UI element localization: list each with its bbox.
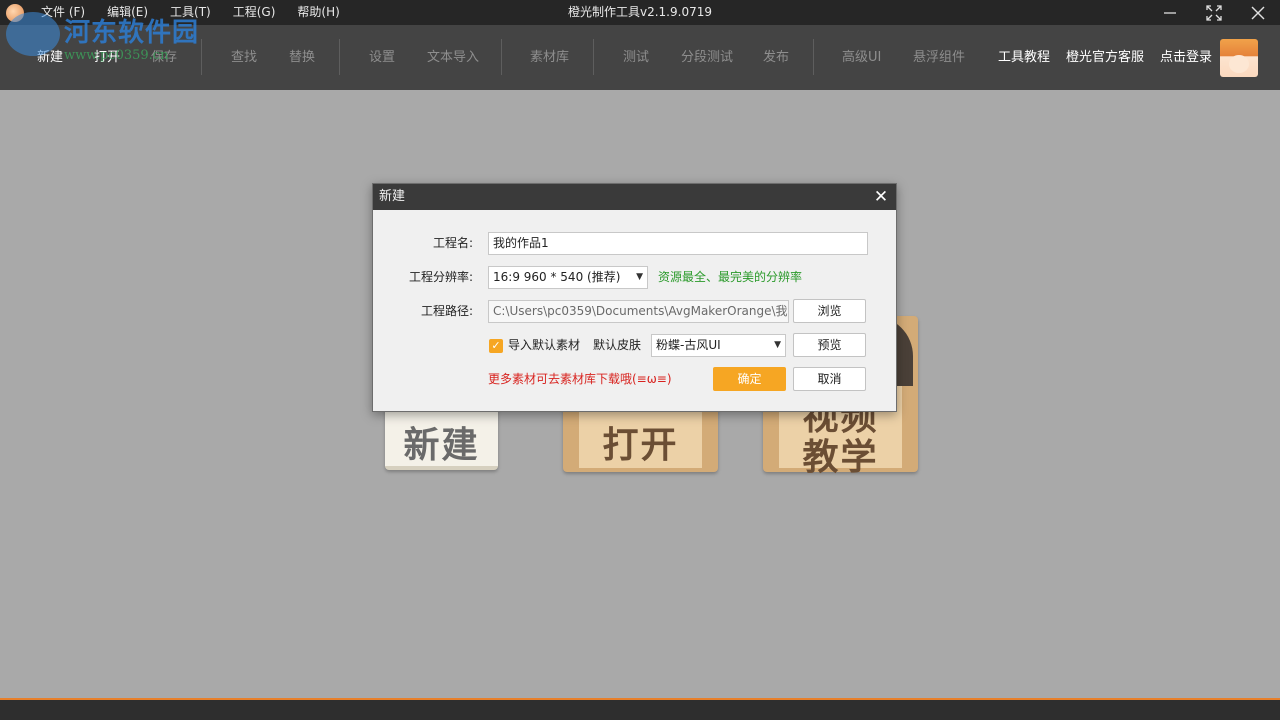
menu-edit[interactable]: 编辑(E) [96, 0, 159, 25]
toolbar-divider [593, 39, 594, 75]
preview-button[interactable]: 预览 [793, 333, 866, 357]
skin-value: 粉蝶-古风UI [656, 338, 721, 352]
browse-button[interactable]: 浏览 [793, 299, 866, 323]
dialog-title: 新建 [379, 189, 406, 204]
asset-download-hint: 更多素材可去素材库下载哦(≡ω≡) [488, 372, 672, 386]
toolbar-support[interactable]: 橙光官方客服 [1066, 25, 1144, 90]
toolbar-divider [813, 39, 814, 75]
toolbar-floating-widget[interactable]: 悬浮组件 [913, 25, 965, 90]
start-card-open-label: 打开 [602, 425, 679, 466]
menu-help[interactable]: 帮助(H) [286, 0, 350, 25]
main-toolbar: 新建 打开 保存 查找 替换 设置 文本导入 素材库 测试 分段测试 发布 高级… [0, 25, 1280, 90]
toolbar-test[interactable]: 测试 [623, 25, 649, 90]
toolbar-asset-library[interactable]: 素材库 [530, 25, 569, 90]
status-bar [0, 698, 1280, 720]
dropdown-arrow-icon: ▼ [774, 340, 781, 350]
toolbar-settings[interactable]: 设置 [369, 25, 395, 90]
video-label-line2: 教学 [802, 437, 879, 478]
resolution-value: 16:9 960 * 540 (推荐) [493, 270, 621, 284]
toolbar-text-import[interactable]: 文本导入 [427, 25, 479, 90]
menu-bar: 文件 (F) 编辑(E) 工具(T) 工程(G) 帮助(H) [30, 0, 351, 25]
confirm-button[interactable]: 确定 [713, 367, 786, 391]
project-name-input[interactable]: 我的作品1 [488, 232, 868, 255]
toolbar-segment-test[interactable]: 分段测试 [681, 25, 733, 90]
cancel-button[interactable]: 取消 [793, 367, 866, 391]
window-controls [1148, 0, 1280, 25]
resolution-select[interactable]: 16:9 960 * 540 (推荐) ▼ [488, 266, 648, 289]
toolbar-save[interactable]: 保存 [151, 25, 177, 90]
default-skin-label: 默认皮肤 [593, 338, 642, 352]
toolbar-find[interactable]: 查找 [231, 25, 257, 90]
project-path-input[interactable]: C:\Users\pc0359\Documents\AvgMakerOrange… [488, 300, 789, 323]
start-card-new[interactable]: 新建 [385, 402, 498, 470]
dialog-close-icon[interactable]: ✕ [870, 186, 892, 208]
resolution-hint: 资源最全、最完美的分辨率 [658, 270, 803, 284]
minimize-icon[interactable] [1148, 0, 1192, 25]
dialog-header: 新建 ✕ [373, 184, 896, 210]
menu-tools[interactable]: 工具(T) [159, 0, 222, 25]
toolbar-publish[interactable]: 发布 [763, 25, 789, 90]
toolbar-replace[interactable]: 替换 [289, 25, 315, 90]
title-bar: 文件 (F) 编辑(E) 工具(T) 工程(G) 帮助(H) 橙光制作工具v2.… [0, 0, 1280, 25]
close-icon[interactable] [1236, 0, 1280, 25]
start-card-open[interactable]: 打开 [563, 402, 718, 472]
import-default-checkbox[interactable]: ✓ [489, 339, 503, 353]
toolbar-open[interactable]: 打开 [94, 25, 120, 90]
avatar-face [1229, 55, 1249, 73]
toolbar-new[interactable]: 新建 [37, 25, 63, 90]
toolbar-divider [339, 39, 340, 75]
toolbar-tutorial[interactable]: 工具教程 [998, 25, 1050, 90]
toolbar-divider [201, 39, 202, 75]
import-default-label: 导入默认素材 [508, 338, 581, 352]
skin-select[interactable]: 粉蝶-古风UI ▼ [651, 334, 786, 357]
start-card-new-label: 新建 [403, 425, 480, 466]
menu-project[interactable]: 工程(G) [222, 0, 287, 25]
maximize-icon[interactable] [1192, 0, 1236, 25]
project-path-label: 工程路径: [420, 304, 473, 318]
menu-file[interactable]: 文件 (F) [30, 0, 96, 25]
project-name-label: 工程名: [432, 236, 473, 250]
dropdown-arrow-icon: ▼ [636, 272, 643, 282]
new-project-dialog: 新建 ✕ 工程名: 我的作品1 工程分辨率: 16:9 960 * 540 (推… [372, 183, 897, 412]
toolbar-divider [501, 39, 502, 75]
resolution-label: 工程分辨率: [408, 270, 473, 284]
toolbar-advanced-ui[interactable]: 高级UI [842, 25, 881, 90]
avatar[interactable] [1220, 39, 1258, 77]
app-logo-icon [6, 4, 24, 22]
toolbar-login[interactable]: 点击登录 [1160, 25, 1212, 90]
